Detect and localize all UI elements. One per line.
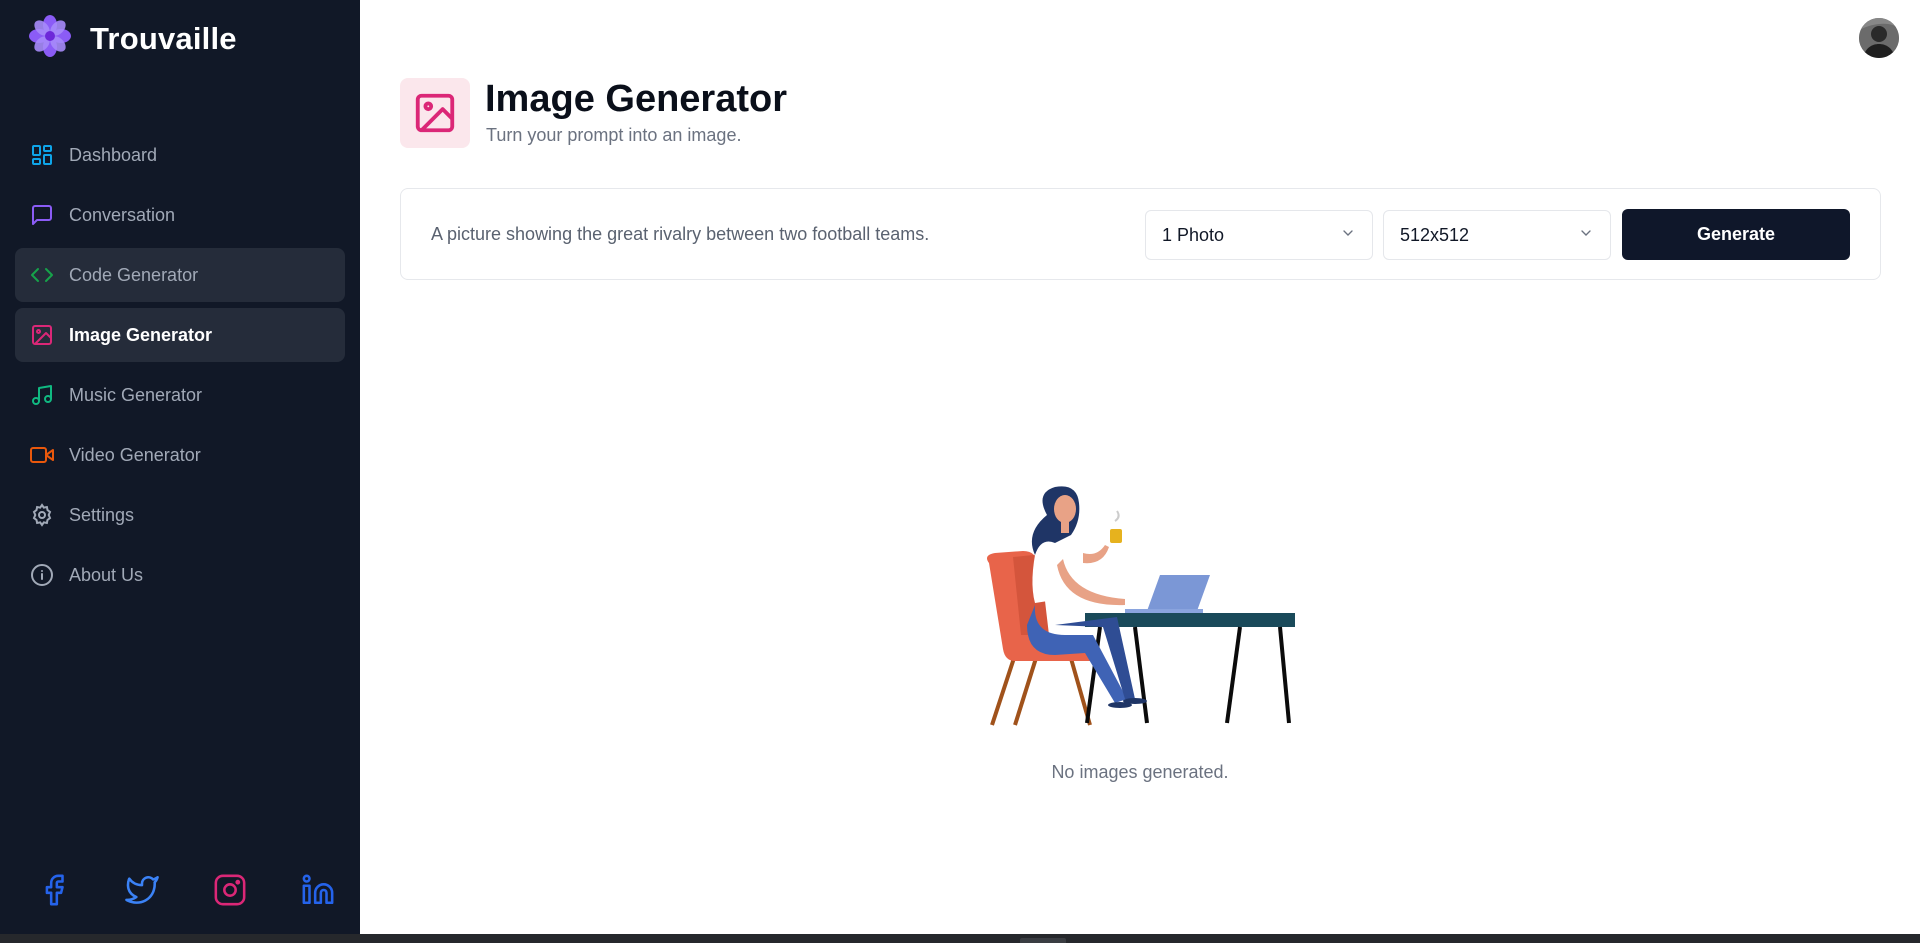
sidebar-item-about-us[interactable]: About Us: [15, 548, 345, 602]
twitter-icon[interactable]: [124, 872, 160, 908]
brand[interactable]: Trouvaille: [28, 14, 237, 63]
sidebar-item-music-generator[interactable]: Music Generator: [15, 368, 345, 422]
message-icon: [30, 203, 54, 227]
facebook-icon[interactable]: [36, 872, 72, 908]
sidebar-item-code-generator[interactable]: Code Generator: [15, 248, 345, 302]
info-icon: [30, 563, 54, 587]
sidebar-item-label: Video Generator: [69, 444, 201, 465]
linkedin-icon[interactable]: [300, 872, 336, 908]
sidebar-item-label: Image Generator: [69, 324, 213, 345]
sidebar-item-label: Music Generator: [69, 384, 203, 405]
sidebar-item-dashboard[interactable]: Dashboard: [15, 128, 345, 182]
empty-state: No images generated.: [360, 0, 1920, 934]
empty-state-message: No images generated.: [1051, 762, 1229, 782]
image-icon: [30, 323, 54, 347]
video-icon: [30, 443, 54, 467]
sidebar: Trouvaille Dashboard Conversation Code G…: [0, 0, 360, 934]
sidebar-item-label: Dashboard: [69, 144, 158, 165]
gear-icon: [30, 503, 54, 527]
sidebar-item-settings[interactable]: Settings: [15, 488, 345, 542]
sidebar-item-image-generator[interactable]: Image Generator: [15, 308, 345, 362]
instagram-icon[interactable]: [212, 872, 248, 908]
brand-name: Trouvaille: [90, 20, 237, 56]
social-links: [36, 872, 336, 908]
taskbar-item[interactable]: [1020, 938, 1066, 943]
sidebar-item-label: About Us: [69, 564, 144, 585]
sidebar-item-conversation[interactable]: Conversation: [15, 188, 345, 242]
sidebar-item-label: Code Generator: [69, 264, 199, 285]
sidebar-item-label: Settings: [69, 504, 135, 525]
sidebar-item-label: Conversation: [69, 204, 176, 225]
sidebar-nav: Dashboard Conversation Code Generator Im…: [15, 128, 345, 608]
code-icon: [30, 263, 54, 287]
flower-logo-icon: [28, 14, 72, 63]
music-icon: [30, 383, 54, 407]
sidebar-item-video-generator[interactable]: Video Generator: [15, 428, 345, 482]
dashboard-icon: [30, 143, 54, 167]
os-taskbar: [0, 934, 1920, 943]
